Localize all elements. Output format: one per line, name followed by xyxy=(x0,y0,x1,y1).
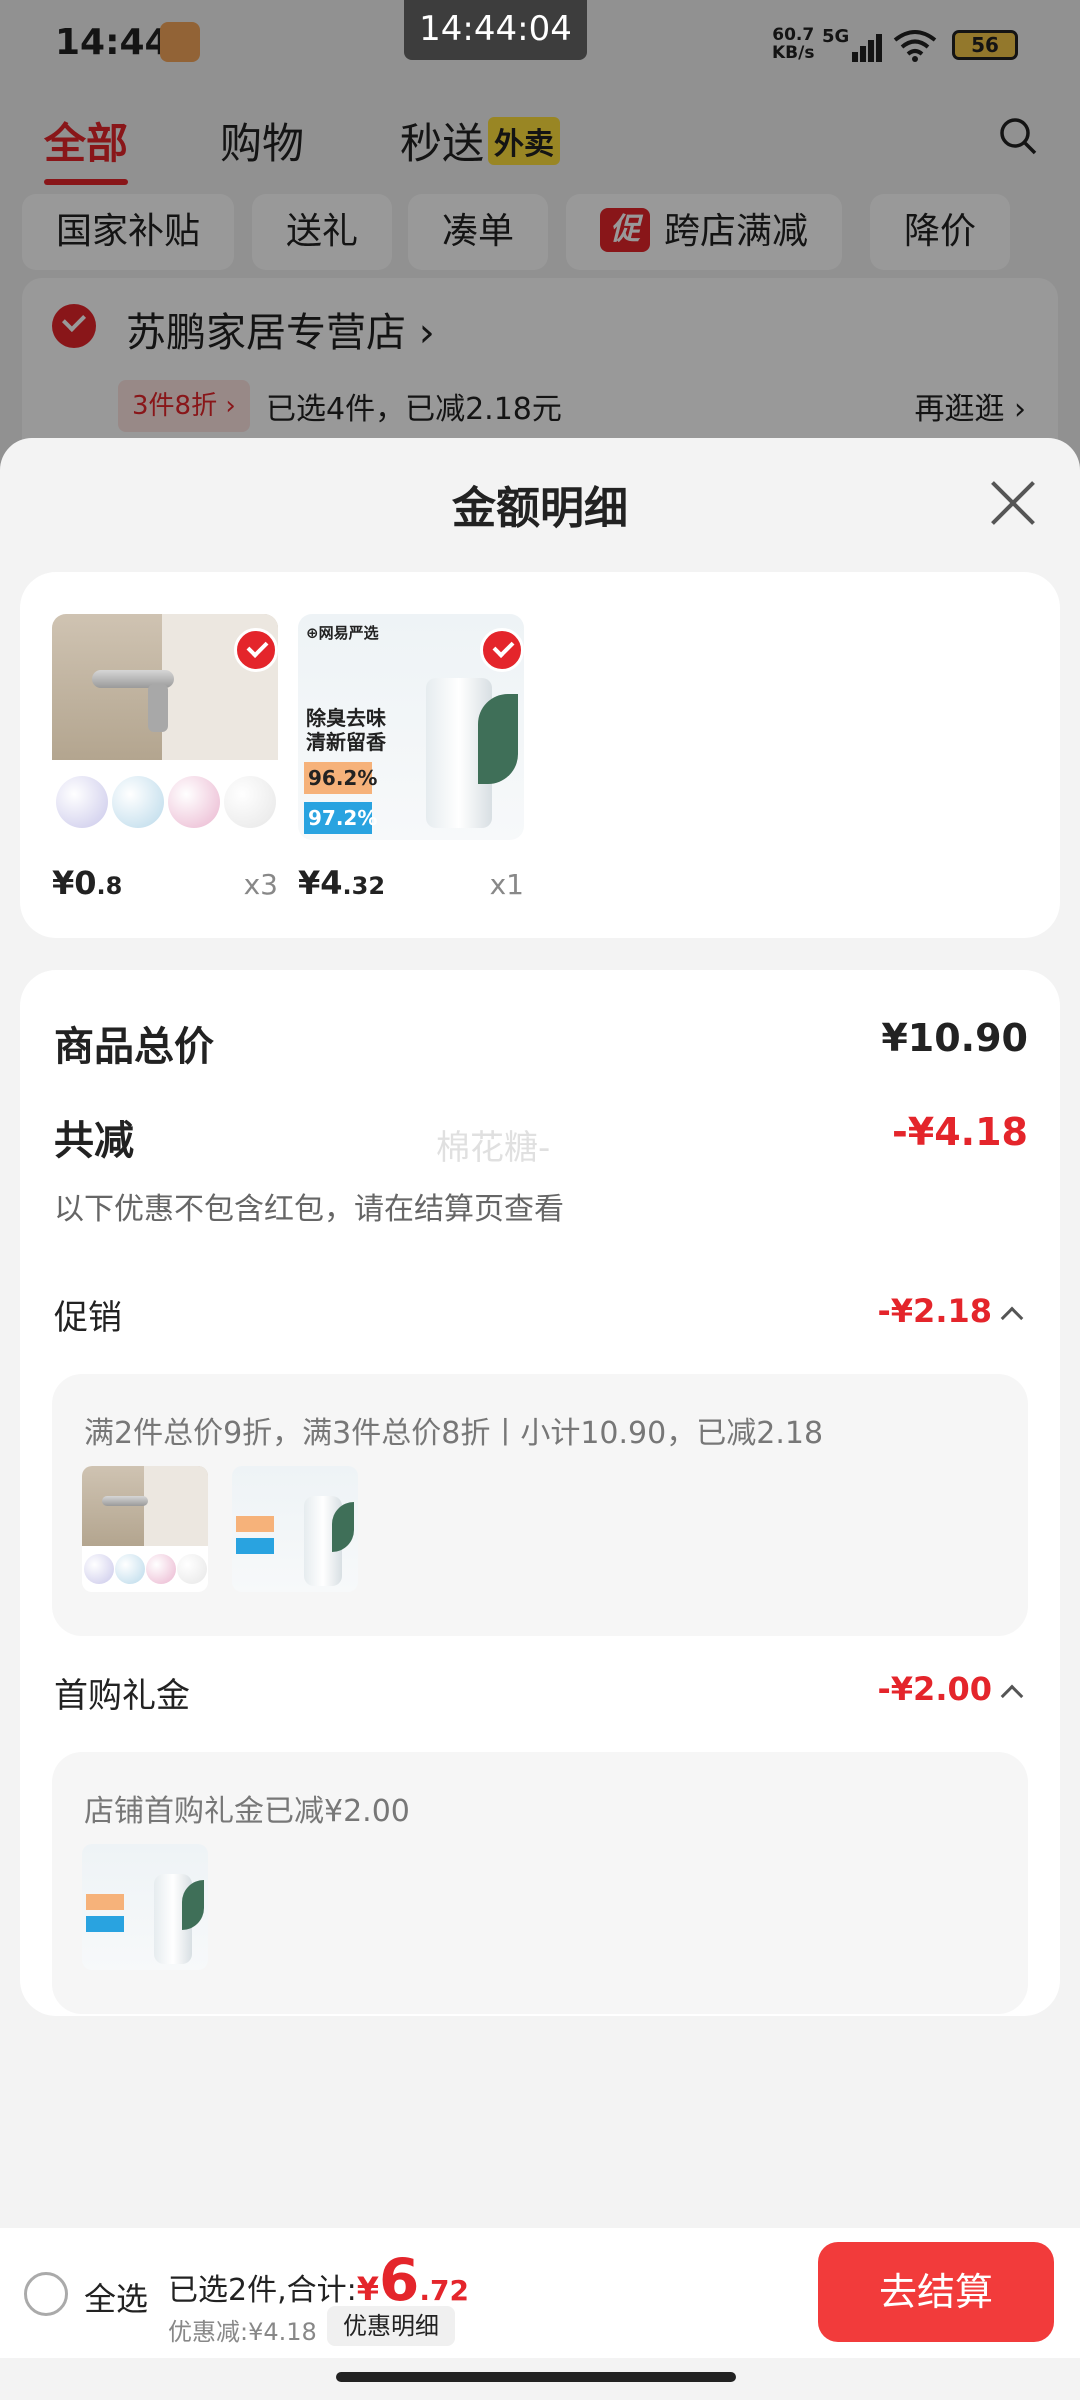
first-purchase-gift-value[interactable]: -¥2.00 xyxy=(878,1670,993,1708)
promotion-label: 促销 xyxy=(54,1298,122,1338)
checkout-button[interactable]: 去结算 xyxy=(818,2242,1054,2342)
checkout-bar: 全选 已选2件,合计:¥6.72 优惠减:¥4.18 优惠明细 去结算 xyxy=(0,2228,1080,2358)
reduction-note: 以下优惠不包含红包，请在结算页查看 xyxy=(54,1192,564,1227)
product-price-decimal: .32 xyxy=(342,872,386,900)
product-item[interactable]: ¥0.8 x3 xyxy=(52,614,278,914)
total-price-label: 商品总价 xyxy=(54,1024,214,1070)
product-checked-icon xyxy=(234,628,278,672)
product-checked-icon xyxy=(480,628,524,672)
spray-badge-2: 97.2% xyxy=(304,802,377,834)
gift-detail-text: 店铺首购礼金已减¥2.00 xyxy=(84,1794,410,1829)
promotion-value[interactable]: -¥2.18 xyxy=(878,1292,993,1330)
gift-detail-box: 店铺首购礼金已减¥2.00 xyxy=(52,1752,1028,2014)
spray-badge-1: 96.2% xyxy=(304,762,377,794)
discount-summary: 优惠减:¥4.18 xyxy=(168,2318,317,2346)
product-price-main: ¥4 xyxy=(298,864,343,902)
select-all-label[interactable]: 全选 xyxy=(84,2274,148,2320)
sheet-title: 金额明细 xyxy=(452,483,628,534)
spray-headline-1: 除臭去味 xyxy=(306,706,386,730)
total-price-value: ¥10.90 xyxy=(881,1016,1028,1060)
product-quantity: x1 xyxy=(489,868,524,901)
deodorizer-spray-thumb xyxy=(232,1466,358,1592)
chevron-up-icon[interactable] xyxy=(1000,1306,1024,1330)
total-integer: 6 xyxy=(379,2246,420,2314)
product-quantity: x3 xyxy=(243,868,278,901)
selected-count-text: 已选2件,合计: xyxy=(168,2273,357,2308)
deodorizer-spray-thumb xyxy=(82,1844,208,1970)
promotion-detail-text: 满2件总价9折，满3件总价8折丨小计10.90，已减2.18 xyxy=(84,1416,824,1451)
total-decimal: .72 xyxy=(419,2274,469,2307)
watermark-text: 棉花糖- xyxy=(436,1128,551,1168)
chevron-up-icon[interactable] xyxy=(1000,1684,1024,1708)
spray-headline: 除臭去味 清新留香 xyxy=(306,706,386,754)
total-currency: ¥ xyxy=(356,2270,379,2308)
discount-detail-button[interactable]: 优惠明细 xyxy=(327,2306,455,2346)
total-reduction-value: -¥4.18 xyxy=(892,1110,1028,1154)
product-price: ¥4.32 xyxy=(298,864,385,902)
product-price-decimal: .8 xyxy=(96,872,123,900)
screen-recorder-clock: 14:44:04 xyxy=(404,0,587,60)
spray-brand-text: ⊕网易严选 xyxy=(306,624,379,642)
selection-total: 已选2件,合计:¥6.72 xyxy=(168,2246,469,2314)
spray-headline-2: 清新留香 xyxy=(306,730,386,754)
product-item[interactable]: ⊕网易严选 除臭去味 清新留香 96.2% 97.2% ¥4.32 x1 xyxy=(298,614,524,914)
door-stopper-thumb xyxy=(82,1466,208,1592)
selected-products: ¥0.8 x3 ⊕网易严选 除臭去味 清新留香 96.2% 97.2% ¥4.32… xyxy=(20,572,1060,938)
close-icon[interactable] xyxy=(990,480,1036,526)
home-indicator[interactable] xyxy=(336,2372,736,2382)
first-purchase-gift-label: 首购礼金 xyxy=(54,1676,190,1716)
product-price-main: ¥0 xyxy=(52,864,97,902)
price-summary: 商品总价 ¥10.90 共减 -¥4.18 棉花糖- 以下优惠不包含红包，请在结… xyxy=(20,970,1060,2016)
total-reduction-label: 共减 xyxy=(54,1118,134,1164)
promotion-detail-box: 满2件总价9折，满3件总价8折丨小计10.90，已减2.18 xyxy=(52,1374,1028,1636)
product-price: ¥0.8 xyxy=(52,864,122,902)
amount-detail-sheet: 金额明细 ¥0.8 x3 ⊕网易严选 除臭去味清新留香 96.2% 97.2% xyxy=(0,438,1080,2400)
select-all-radio[interactable] xyxy=(24,2272,68,2316)
